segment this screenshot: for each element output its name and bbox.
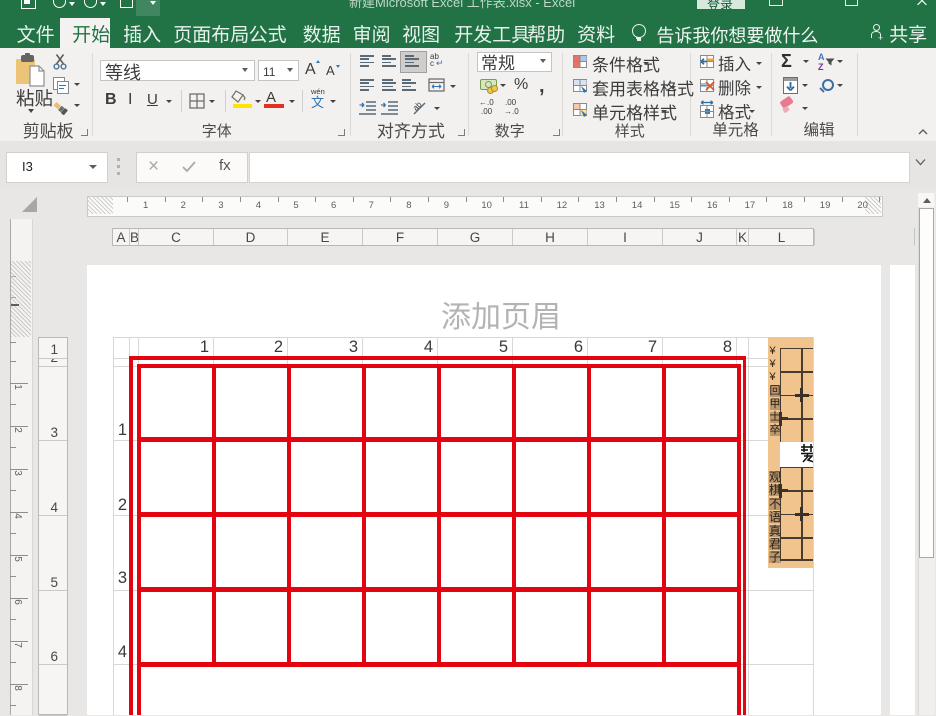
svg-text:ab: ab: [412, 100, 424, 113]
